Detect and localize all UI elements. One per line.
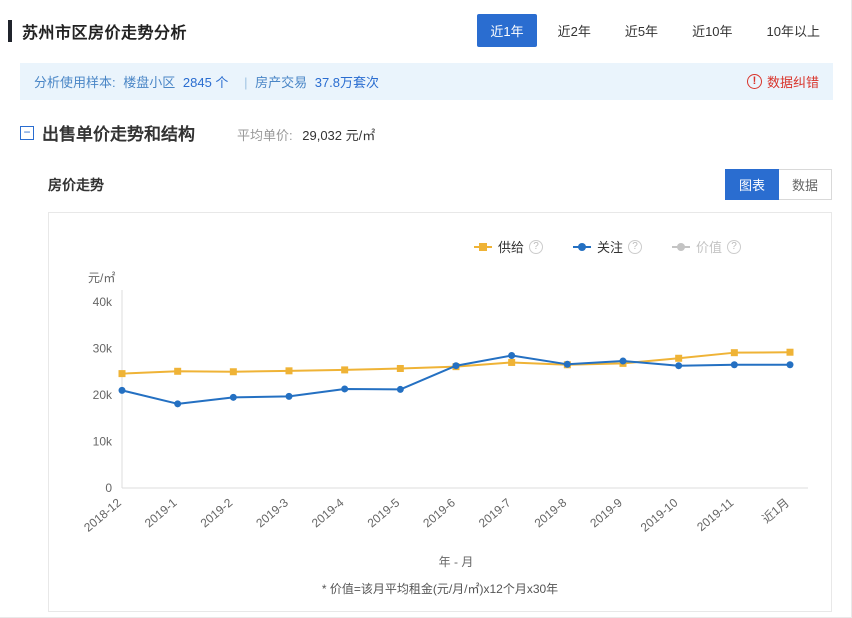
average-price-value: 29,032 元/㎡ <box>302 128 375 143</box>
section-title: 出售单价走势和结构 <box>42 120 195 145</box>
trend-header-row: 房价走势 图表 数据 <box>48 169 832 200</box>
chart-footnote: * 价值=该月平均租金(元/月/㎡)x12个月x30年 <box>59 580 821 597</box>
svg-text:2019-9: 2019-9 <box>587 495 625 530</box>
tab-over10year[interactable]: 10年以上 <box>754 14 833 47</box>
value-marker-icon <box>672 246 690 248</box>
svg-text:2018-12: 2018-12 <box>81 495 124 534</box>
view-data-button[interactable]: 数据 <box>779 169 832 200</box>
svg-text:2019-11: 2019-11 <box>694 495 736 534</box>
sample-item2-label: 房产交易 <box>255 75 307 90</box>
time-range-tabs: 近1年 近2年 近5年 近10年 10年以上 <box>469 14 833 47</box>
separator: | <box>244 75 247 90</box>
tab-2year[interactable]: 近2年 <box>545 14 604 47</box>
supply-marker-icon <box>474 246 492 248</box>
page-title: 苏州市区房价走势分析 <box>22 19 187 43</box>
tab-1year[interactable]: 近1年 <box>477 14 536 47</box>
svg-text:近1月: 近1月 <box>759 496 792 526</box>
title-wrap: 苏州市区房价走势分析 <box>0 19 187 43</box>
tab-5year[interactable]: 近5年 <box>612 14 671 47</box>
svg-text:年 - 月: 年 - 月 <box>439 555 474 569</box>
view-chart-button[interactable]: 图表 <box>725 169 779 200</box>
tab-10year[interactable]: 近10年 <box>679 14 745 47</box>
svg-text:30k: 30k <box>93 342 113 356</box>
trend-title: 房价走势 <box>48 175 104 195</box>
warning-icon: ! <box>747 74 762 89</box>
average-price-label: 平均单价: <box>237 128 293 143</box>
legend-value[interactable]: 价值 ? <box>672 237 741 256</box>
svg-text:2019-1: 2019-1 <box>142 495 180 530</box>
svg-text:0: 0 <box>105 481 112 495</box>
sample-item1-label: 楼盘小区 <box>123 75 175 90</box>
sample-item1-value: 2845 个 <box>183 75 229 90</box>
average-price: 平均单价: 29,032 元/㎡ <box>237 125 375 144</box>
chart-legend: 供给 ? 关注 ? 价值 ? <box>59 229 821 260</box>
trend-chart-card: 供给 ? 关注 ? 价值 ? 元/㎡ 0 10k 20k 30k 40k 2018-12 20… <box>48 212 832 612</box>
data-error-report-link[interactable]: ! 数据纠错 <box>747 72 819 91</box>
help-icon[interactable]: ? <box>727 240 741 254</box>
data-error-report-label: 数据纠错 <box>767 72 819 91</box>
svg-text:2019-5: 2019-5 <box>365 495 403 530</box>
svg-text:2019-10: 2019-10 <box>638 495 681 534</box>
sample-item2-value: 37.8万套次 <box>315 75 379 90</box>
svg-text:20k: 20k <box>93 388 113 402</box>
view-toggle: 图表 数据 <box>725 169 832 200</box>
section-header: − 出售单价走势和结构 平均单价: 29,032 元/㎡ <box>0 100 851 145</box>
help-icon[interactable]: ? <box>529 240 543 254</box>
svg-text:2019-2: 2019-2 <box>198 495 236 530</box>
svg-text:2019-3: 2019-3 <box>253 495 291 530</box>
svg-text:2019-6: 2019-6 <box>420 495 458 530</box>
page-header: 苏州市区房价走势分析 近1年 近2年 近5年 近10年 10年以上 <box>0 0 851 55</box>
attention-marker-icon <box>573 246 591 248</box>
sample-info-text: 分析使用样本: 楼盘小区 2845 个 | 房产交易 37.8万套次 <box>34 72 383 91</box>
collapse-icon[interactable]: − <box>20 126 34 140</box>
svg-text:40k: 40k <box>93 295 113 309</box>
svg-text:元/㎡: 元/㎡ <box>88 271 115 285</box>
svg-text:2019-7: 2019-7 <box>476 495 514 530</box>
legend-supply[interactable]: 供给 ? <box>474 237 543 256</box>
price-trend-line-chart: 元/㎡ 0 10k 20k 30k 40k 2018-12 2019-1 2019-2 2019-… <box>60 260 820 578</box>
svg-text:2019-8: 2019-8 <box>532 495 570 530</box>
sample-prefix: 分析使用样本: <box>34 75 116 90</box>
svg-text:10k: 10k <box>93 435 113 449</box>
svg-text:2019-4: 2019-4 <box>309 495 347 530</box>
legend-attention[interactable]: 关注 ? <box>573 237 642 256</box>
sample-info-bar: 分析使用样本: 楼盘小区 2845 个 | 房产交易 37.8万套次 ! 数据纠… <box>20 63 833 100</box>
title-accent-bar <box>8 20 12 42</box>
help-icon[interactable]: ? <box>628 240 642 254</box>
